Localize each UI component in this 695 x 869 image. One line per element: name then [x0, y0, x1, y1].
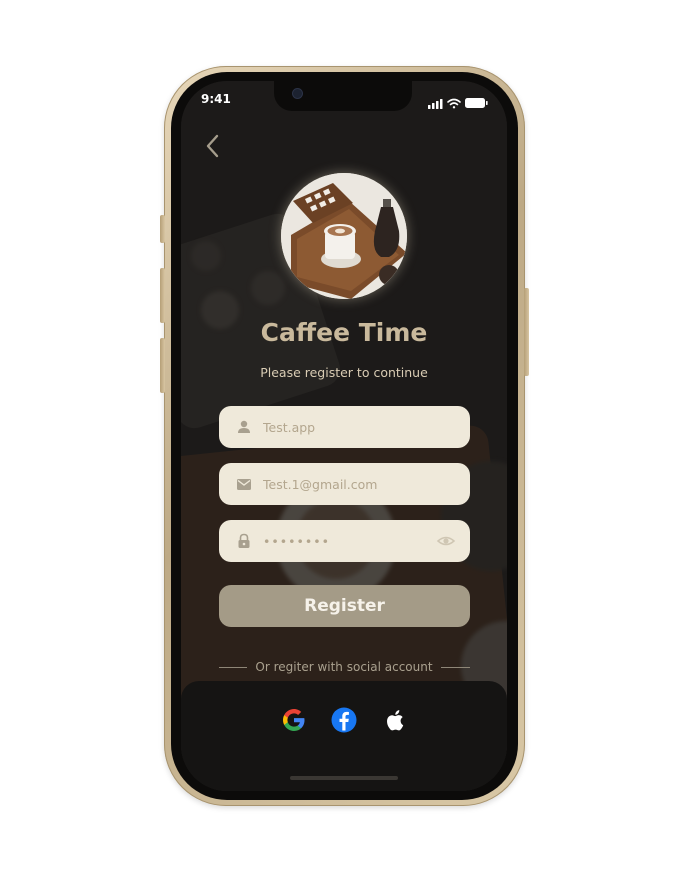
- email-input[interactable]: [263, 463, 433, 505]
- google-icon: [283, 709, 305, 731]
- app-title: Caffee Time: [260, 318, 428, 347]
- camera-icon: [292, 88, 303, 99]
- mute-switch: [160, 215, 165, 243]
- facebook-icon: [331, 707, 357, 733]
- lock-icon: [238, 533, 250, 548]
- power-button: [524, 288, 529, 376]
- home-indicator: [290, 776, 398, 780]
- apple-login-button[interactable]: [381, 706, 409, 734]
- status-icons: [428, 94, 488, 109]
- username-input[interactable]: [263, 406, 433, 448]
- signal-icon: [428, 99, 443, 109]
- volume-down-button: [160, 338, 165, 393]
- person-icon: [238, 420, 250, 433]
- status-time: 9:41: [201, 92, 231, 106]
- google-login-button[interactable]: [280, 706, 308, 734]
- app-subtitle: Please register to continue: [260, 365, 428, 380]
- register-button[interactable]: Register: [219, 585, 470, 627]
- battery-icon: [465, 98, 488, 108]
- username-field[interactable]: [219, 406, 470, 448]
- wifi-icon: [447, 98, 461, 109]
- social-divider-text: Or regiter with social account: [255, 660, 433, 674]
- email-field[interactable]: [219, 463, 470, 505]
- divider-line-left: [219, 667, 247, 668]
- mail-icon: [237, 479, 251, 490]
- chevron-left-icon: [206, 134, 219, 158]
- password-input[interactable]: [263, 520, 433, 562]
- coffee-photo: [281, 173, 407, 299]
- facebook-login-button[interactable]: [330, 706, 358, 734]
- volume-up-button: [160, 268, 165, 323]
- divider-line-right: [441, 667, 470, 668]
- back-button[interactable]: [200, 132, 226, 160]
- password-field[interactable]: [219, 520, 470, 562]
- eye-icon[interactable]: [436, 532, 456, 550]
- apple-icon: [387, 710, 404, 731]
